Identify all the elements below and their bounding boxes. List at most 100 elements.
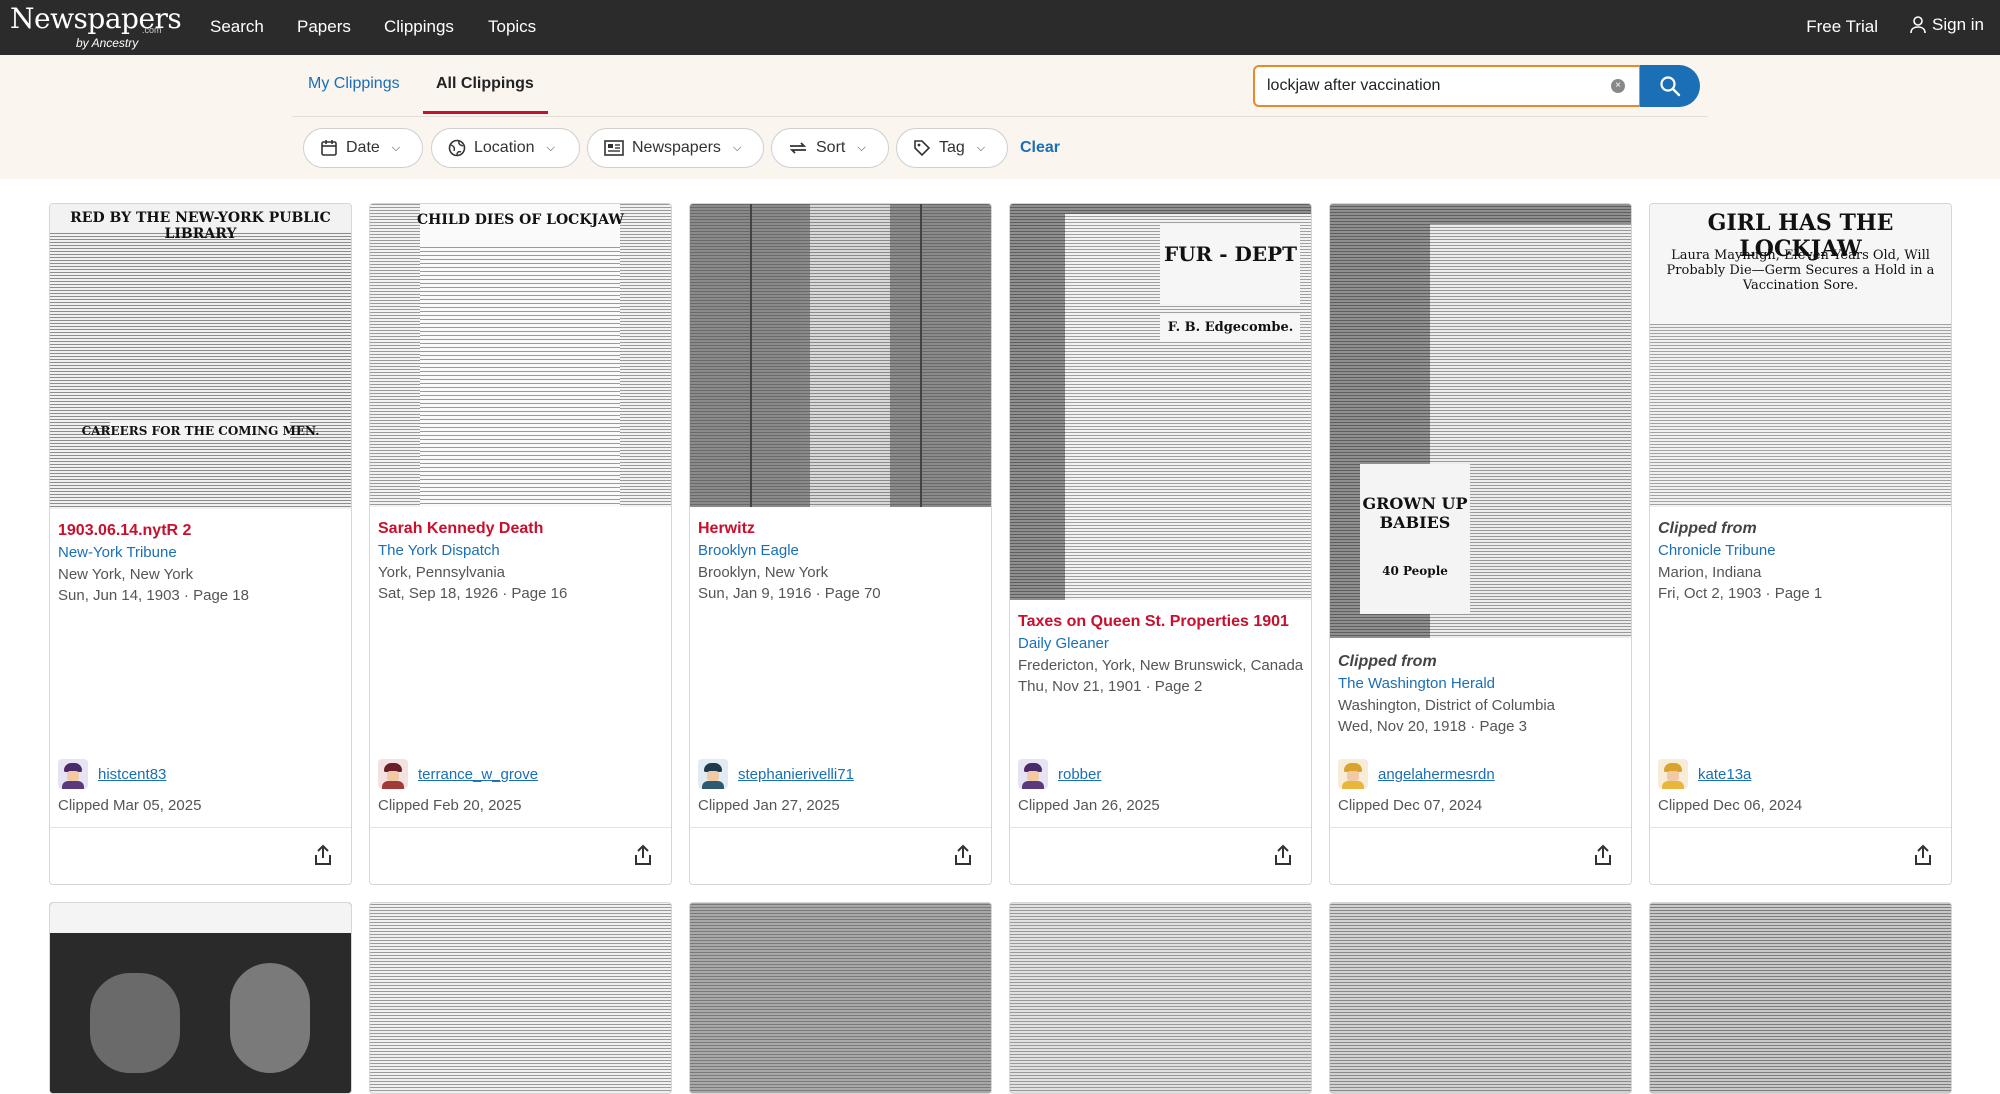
- clipping-card[interactable]: [1329, 902, 1632, 1094]
- tab-my-clippings[interactable]: My Clippings: [308, 75, 400, 109]
- chevron-down-icon: ⌵: [976, 141, 986, 154]
- card-divider: [1650, 827, 1951, 828]
- filter-tag[interactable]: Tag ⌵: [896, 128, 1008, 168]
- clipping-card[interactable]: RED BY THE NEW-YORK PUBLIC LIBRARY CAREE…: [49, 203, 352, 885]
- chevron-down-icon: ⌵: [546, 141, 555, 154]
- thumbnail-headline: RED BY THE NEW-YORK PUBLIC LIBRARY: [70, 210, 331, 242]
- publication-location: York, Pennsylvania: [378, 564, 506, 581]
- filter-sort-label: Sort: [816, 139, 846, 156]
- publication-link[interactable]: Chronicle Tribune: [1658, 542, 1776, 559]
- share-icon[interactable]: [633, 844, 653, 866]
- clipping-thumbnail[interactable]: GIRL HAS THE LOCKJAW Laura Mayhugh, Elev…: [1650, 204, 1951, 507]
- clipping-title[interactable]: Taxes on Queen St. Properties 1901: [1018, 613, 1289, 631]
- share-icon[interactable]: [1273, 844, 1293, 866]
- clipping-card[interactable]: GIRL HAS THE LOCKJAW Laura Mayhugh, Elev…: [1649, 203, 1952, 885]
- share-icon[interactable]: [1913, 844, 1933, 866]
- search-button[interactable]: [1640, 65, 1700, 107]
- clipping-card[interactable]: [1649, 902, 1952, 1094]
- clear-filters-link[interactable]: Clear: [1020, 139, 1060, 157]
- newspapers-logo[interactable]: Newspapers .com by Ancestry: [10, 4, 182, 51]
- tag-icon: [914, 140, 931, 157]
- avatar: [1338, 759, 1368, 789]
- filter-location-label: Location: [474, 139, 535, 156]
- filter-sort[interactable]: Sort ⌵: [771, 128, 889, 168]
- nav-topics[interactable]: Topics: [488, 17, 536, 37]
- clipped-date: Clipped Mar 05, 2025: [58, 797, 202, 814]
- nav-clippings[interactable]: Clippings: [384, 17, 454, 37]
- publication-date: Wed, Nov 20, 1918 · Page 3: [1338, 718, 1528, 735]
- clipping-card[interactable]: GROWN UP BABIES 40 People Clipped from T…: [1329, 203, 1632, 885]
- thumbnail-subhead: 40 People: [1382, 564, 1448, 578]
- card-divider: [370, 827, 671, 828]
- publication-link[interactable]: New-York Tribune: [58, 544, 177, 561]
- filter-location[interactable]: Location ⌵: [431, 128, 580, 168]
- user-link[interactable]: terrance_w_grove: [418, 766, 538, 783]
- thumbnail-headline: FUR - DEPT: [1164, 242, 1297, 266]
- clipping-card[interactable]: [1009, 902, 1312, 1094]
- thumbnail-subhead: CAREERS FOR THE COMING MEN.: [81, 424, 320, 438]
- thumbnail-subhead: Laura Mayhugh, Eleven Years Old, Will Pr…: [1666, 248, 1935, 293]
- nav-papers[interactable]: Papers: [297, 17, 351, 37]
- sign-in-link[interactable]: Sign in: [1910, 15, 1984, 35]
- card-divider: [50, 827, 351, 828]
- clipping-card[interactable]: [689, 902, 992, 1094]
- user-link[interactable]: stephanierivelli71: [738, 766, 854, 783]
- clipping-thumbnail[interactable]: GROWN UP BABIES 40 People: [1330, 204, 1631, 638]
- sort-icon: [789, 142, 807, 154]
- clipping-title[interactable]: Herwitz: [698, 520, 755, 538]
- user-link[interactable]: robber: [1058, 766, 1101, 783]
- share-icon[interactable]: [313, 844, 333, 866]
- globe-icon: [448, 139, 466, 157]
- clipping-title[interactable]: Sarah Kennedy Death: [378, 520, 543, 538]
- clipping-card[interactable]: FUR - DEPT F. B. Edgecombe. Taxes on Que…: [1009, 203, 1312, 885]
- clipping-card[interactable]: CHILD DIES OF LOCKJAW Sarah Kennedy Deat…: [369, 203, 672, 885]
- publication-location: New York, New York: [58, 566, 194, 583]
- avatar: [378, 759, 408, 789]
- newspaper-icon: [604, 140, 624, 156]
- sign-in-label: Sign in: [1932, 15, 1984, 34]
- user-icon: [1910, 16, 1926, 34]
- publication-link[interactable]: Brooklyn Eagle: [698, 542, 799, 559]
- publication-link[interactable]: Daily Gleaner: [1018, 635, 1109, 652]
- thumbnail-headline: CHILD DIES OF LOCKJAW: [417, 212, 624, 228]
- search-input[interactable]: [1255, 67, 1595, 105]
- clippings-header: My Clippings All Clippings × Date ⌵ Loca…: [0, 55, 2000, 179]
- nav-search[interactable]: Search: [210, 17, 264, 37]
- publication-location: Brooklyn, New York: [698, 564, 829, 581]
- clipping-card[interactable]: [369, 902, 672, 1094]
- filter-date[interactable]: Date ⌵: [303, 128, 423, 168]
- filter-newspapers[interactable]: Newspapers ⌵: [587, 128, 764, 168]
- publication-link[interactable]: The York Dispatch: [378, 542, 500, 559]
- clipping-title[interactable]: 1903.06.14.nytR 2: [58, 522, 191, 540]
- card-divider: [1010, 827, 1311, 828]
- chevron-down-icon: ⌵: [857, 141, 866, 154]
- publication-date: Fri, Oct 2, 1903 · Page 1: [1658, 585, 1823, 602]
- publication-location: Washington, District of Columbia: [1338, 697, 1556, 714]
- clipping-card[interactable]: Herwitz Brooklyn Eagle Brooklyn, New Yor…: [689, 203, 992, 885]
- tab-all-clippings[interactable]: All Clippings: [436, 75, 534, 109]
- card-divider: [690, 827, 991, 828]
- active-tab-indicator: [423, 111, 548, 114]
- chevron-down-icon: ⌵: [732, 141, 742, 154]
- search-box: ×: [1253, 65, 1641, 107]
- avatar: [58, 759, 88, 789]
- chevron-down-icon: ⌵: [391, 141, 401, 154]
- clipping-thumbnail[interactable]: RED BY THE NEW-YORK PUBLIC LIBRARY CAREE…: [50, 204, 351, 509]
- share-icon[interactable]: [1593, 844, 1613, 866]
- clear-search-icon[interactable]: ×: [1611, 79, 1625, 93]
- avatar: [1658, 759, 1688, 789]
- publication-link[interactable]: The Washington Herald: [1338, 675, 1495, 692]
- avatar: [698, 759, 728, 789]
- brand-suffix: .com: [142, 25, 162, 35]
- free-trial-link[interactable]: Free Trial: [1806, 17, 1878, 37]
- share-icon[interactable]: [953, 844, 973, 866]
- clipping-thumbnail[interactable]: CHILD DIES OF LOCKJAW: [370, 204, 671, 507]
- user-link[interactable]: histcent83: [98, 766, 166, 783]
- clipping-title: Clipped from: [1658, 520, 1757, 537]
- clipping-thumbnail[interactable]: [690, 204, 991, 507]
- user-link[interactable]: kate13a: [1698, 766, 1751, 783]
- clipping-card[interactable]: [49, 902, 352, 1094]
- user-link[interactable]: angelahermesrdn: [1378, 766, 1495, 783]
- clipped-date: Clipped Jan 27, 2025: [698, 797, 840, 814]
- clipping-thumbnail[interactable]: FUR - DEPT F. B. Edgecombe.: [1010, 204, 1311, 600]
